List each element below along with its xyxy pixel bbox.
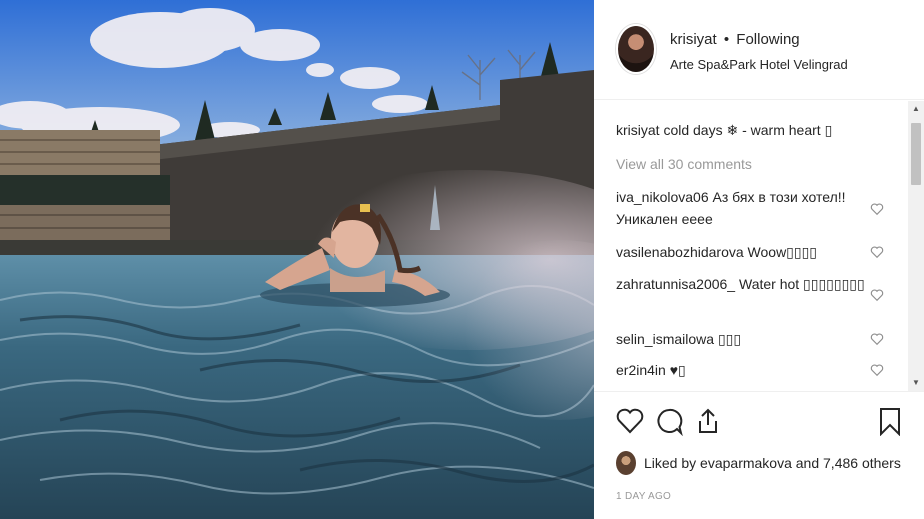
heart-icon[interactable] [870,288,884,302]
following-button[interactable]: Following [736,31,799,48]
scroll-up-arrow-icon[interactable]: ▲ [908,101,924,117]
comment-item: selin_ismailowa ▯▯▯ [616,328,866,350]
liked-by-text: Liked by evaparmakova and 7,486 others [644,455,901,471]
location-link[interactable]: Arte Spa&Park Hotel Velingrad [670,57,848,72]
caption-username[interactable]: krisiyat [616,122,660,138]
comment-text: ▯▯▯ [717,331,742,347]
username-link[interactable]: krisiyat [670,31,717,48]
comment-item: er2in4in ♥▯ [616,359,866,381]
comment-username[interactable]: iva_nikolova06 [616,189,709,205]
heart-icon[interactable] [870,245,884,259]
post-caption: krisiyat cold days ❄ - warm heart ▯ [616,122,832,139]
post-header: krisiyat • Following Arte Spa&Park Hotel… [594,0,924,100]
scrollbar-thumb[interactable] [911,123,921,185]
separator-dot: • [723,31,730,48]
comment-username[interactable]: zahratunnisa2006_ [616,276,735,292]
header-user-line: krisiyat • Following [670,31,800,48]
scroll-down-arrow-icon[interactable]: ▼ [908,375,924,391]
comment-icon[interactable] [655,406,683,436]
heart-icon[interactable] [870,363,884,377]
comment-username[interactable]: selin_ismailowa [616,331,714,347]
heart-icon[interactable] [870,202,884,216]
share-icon[interactable] [694,406,722,436]
heart-icon[interactable] [870,332,884,346]
comment-username[interactable]: er2in4in [616,362,666,378]
liked-by-others-link[interactable]: and 7,486 others [796,455,901,471]
pool-scene-image [0,0,594,519]
post-actions: Liked by evaparmakova and 7,486 others 1… [594,391,924,519]
post-side-panel: krisiyat • Following Arte Spa&Park Hotel… [594,0,924,519]
comment-text: Woow▯▯▯▯ [747,244,817,260]
comment-text: ♥▯ [669,362,686,378]
post-timestamp[interactable]: 1 DAY AGO [616,491,671,502]
comment-item: zahratunnisa2006_ Water hot ▯▯▯▯▯▯▯▯ [616,273,866,295]
post-photo[interactable] [0,0,594,519]
liker-avatar[interactable] [616,451,636,475]
user-avatar[interactable] [616,24,656,74]
view-all-comments-link[interactable]: View all 30 comments [616,156,752,172]
liked-by-user-link[interactable]: evaparmakova [700,455,792,471]
caption-text: cold days ❄ - warm heart ▯ [663,122,833,138]
comment-item: iva_nikolova06 Аз бях в този хотел!! Уни… [616,186,866,230]
comments-list[interactable]: krisiyat cold days ❄ - warm heart ▯ View… [594,101,924,391]
heart-icon[interactable] [616,406,644,436]
liked-by-prefix: Liked by [644,455,697,471]
comment-item: vasilenabozhidarova Woow▯▯▯▯ [616,241,866,263]
comment-username[interactable]: vasilenabozhidarova [616,244,744,260]
bookmark-icon[interactable] [876,406,904,436]
instagram-post-view: krisiyat • Following Arte Spa&Park Hotel… [0,0,924,519]
comment-text: Water hot ▯▯▯▯▯▯▯▯ [739,276,865,292]
comments-scrollbar[interactable]: ▲ ▼ [908,101,924,391]
